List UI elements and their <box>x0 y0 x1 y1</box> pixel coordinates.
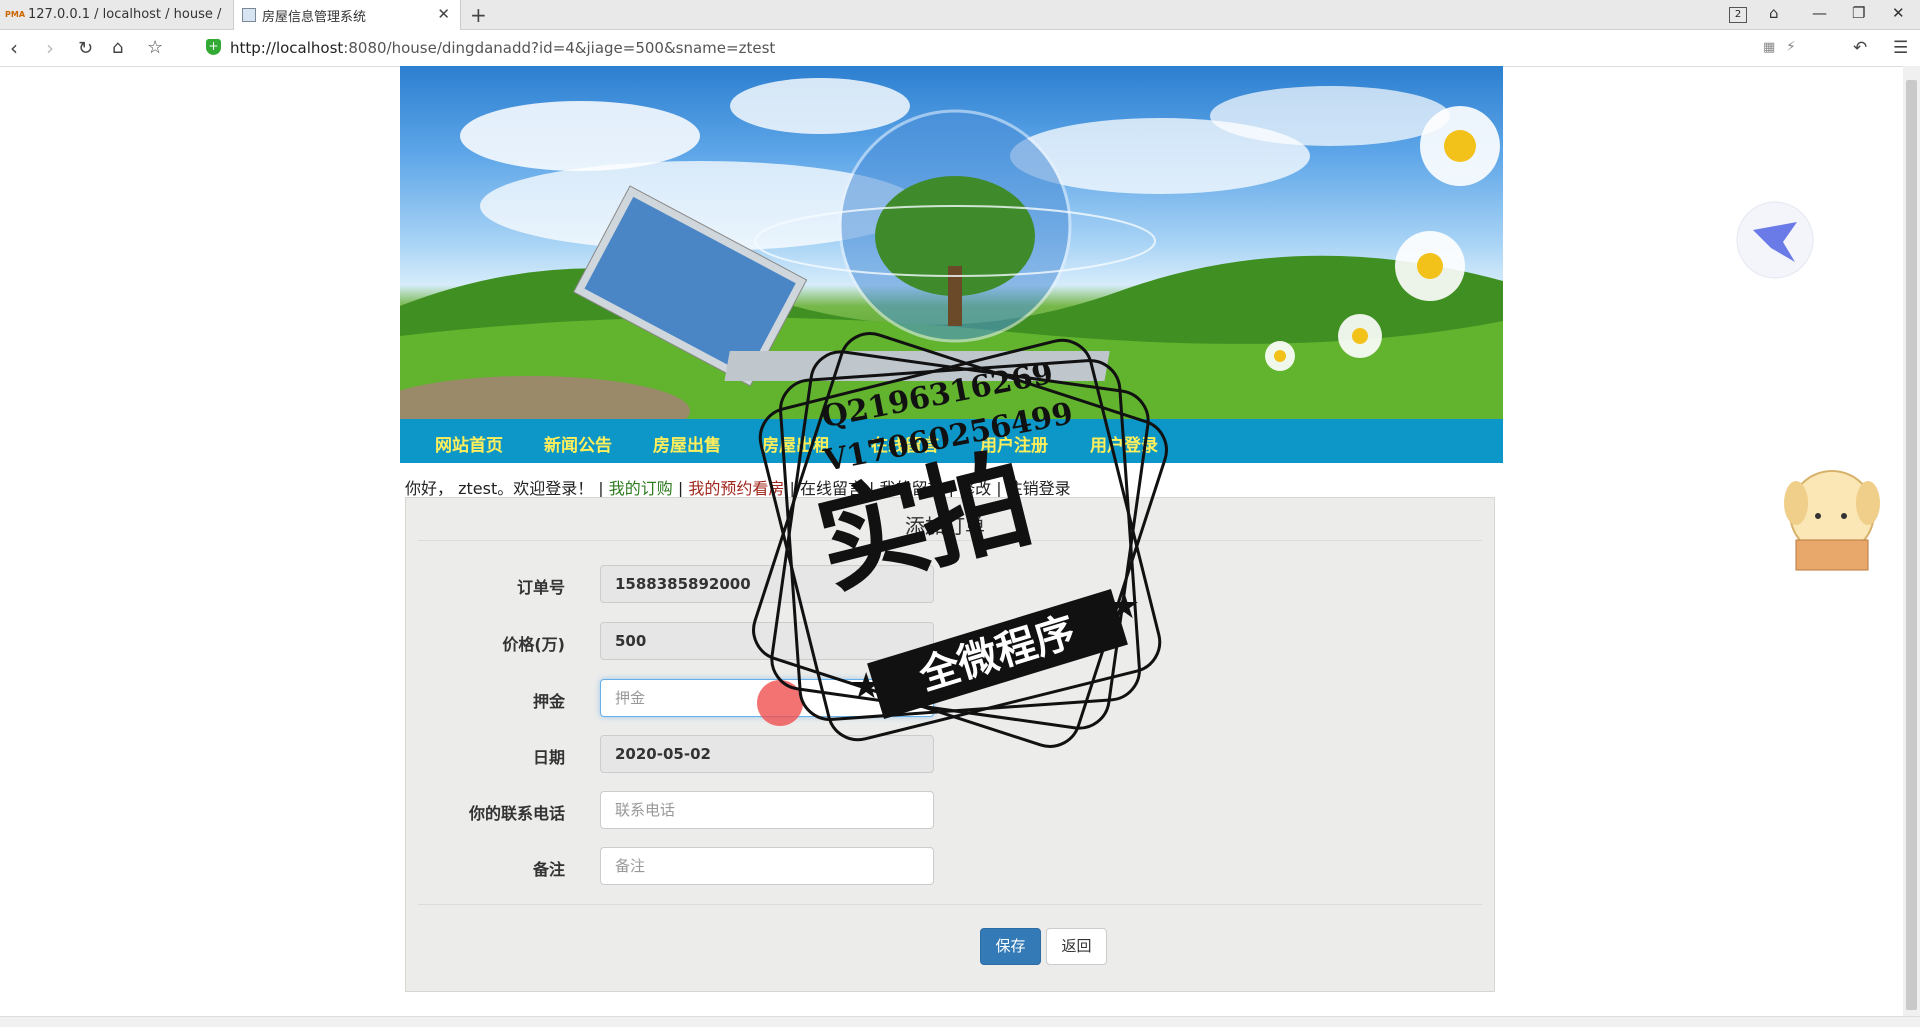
secure-shield-icon: + <box>206 39 221 55</box>
puppy-mascot-icon[interactable] <box>1782 458 1882 583</box>
tab-phpmyadmin[interactable]: PMA 127.0.0.1 / localhost / house / <box>0 0 232 29</box>
greeting-text: 你好， ztest。欢迎登录！ <box>405 479 594 498</box>
back-button[interactable]: 返回 <box>1046 928 1107 965</box>
restore-icon[interactable]: ❐ <box>1852 4 1865 22</box>
close-tab-icon[interactable]: ✕ <box>437 5 450 23</box>
save-button[interactable]: 保存 <box>980 928 1041 965</box>
close-window-icon[interactable]: ✕ <box>1892 4 1905 22</box>
remark-label: 备注 <box>532 860 565 879</box>
tab-label: 127.0.0.1 / localhost / house / <box>28 7 222 22</box>
undo-icon[interactable]: ↶ <box>1853 38 1867 58</box>
deposit-label: 押金 <box>532 692 565 711</box>
nav-home[interactable]: 网站首页 <box>435 431 503 456</box>
tab-house-system[interactable]: 房屋信息管理系统 ✕ <box>233 0 461 30</box>
page-icon <box>242 8 256 22</box>
back-icon[interactable]: ‹ <box>10 36 18 60</box>
separator: | <box>593 479 609 498</box>
remark-input[interactable] <box>600 847 934 885</box>
phpmyadmin-icon: PMA <box>5 10 26 19</box>
nav-news[interactable]: 新闻公告 <box>544 431 612 456</box>
minimize-icon[interactable]: — <box>1812 4 1827 22</box>
price-label: 价格(万) <box>502 635 565 654</box>
phone-label: 你的联系电话 <box>468 804 565 823</box>
shirt-icon[interactable]: ⌂ <box>1769 4 1779 22</box>
forward-icon[interactable]: › <box>46 36 54 60</box>
bookmark-star-icon[interactable]: ☆ <box>147 37 163 58</box>
date-label: 日期 <box>532 748 565 767</box>
window-count-badge[interactable]: 2 <box>1729 7 1747 23</box>
divider <box>418 904 1482 905</box>
new-tab-icon[interactable]: + <box>470 3 487 27</box>
url-host: http://localhost <box>230 39 344 57</box>
menu-icon[interactable]: ☰ <box>1893 38 1908 58</box>
lightning-icon[interactable]: ⚡ <box>1786 39 1796 55</box>
address-bar: ‹ › ↻ ⌂ ☆ + http://localhost:8080/house/… <box>0 30 1920 67</box>
url-path: :8080/house/dingdanadd?id=4&jiage=500&sn… <box>343 39 776 57</box>
url-field[interactable]: http://localhost:8080/house/dingdanadd?i… <box>230 39 775 57</box>
scrollbar-thumb[interactable] <box>1906 80 1917 1010</box>
tab-label: 房屋信息管理系统 <box>262 9 367 25</box>
qr-icon[interactable]: ▦ <box>1763 40 1775 55</box>
separator: | <box>672 479 689 498</box>
tab-bar: PMA 127.0.0.1 / localhost / house / 房屋信息… <box>0 0 1920 30</box>
reload-icon[interactable]: ↻ <box>78 38 93 59</box>
home-icon[interactable]: ⌂ <box>112 37 123 58</box>
my-orders-link[interactable]: 我的订购 <box>609 479 673 498</box>
bird-icon[interactable] <box>1735 200 1815 280</box>
order-no-label: 订单号 <box>516 578 565 597</box>
status-bar <box>0 1016 1920 1027</box>
